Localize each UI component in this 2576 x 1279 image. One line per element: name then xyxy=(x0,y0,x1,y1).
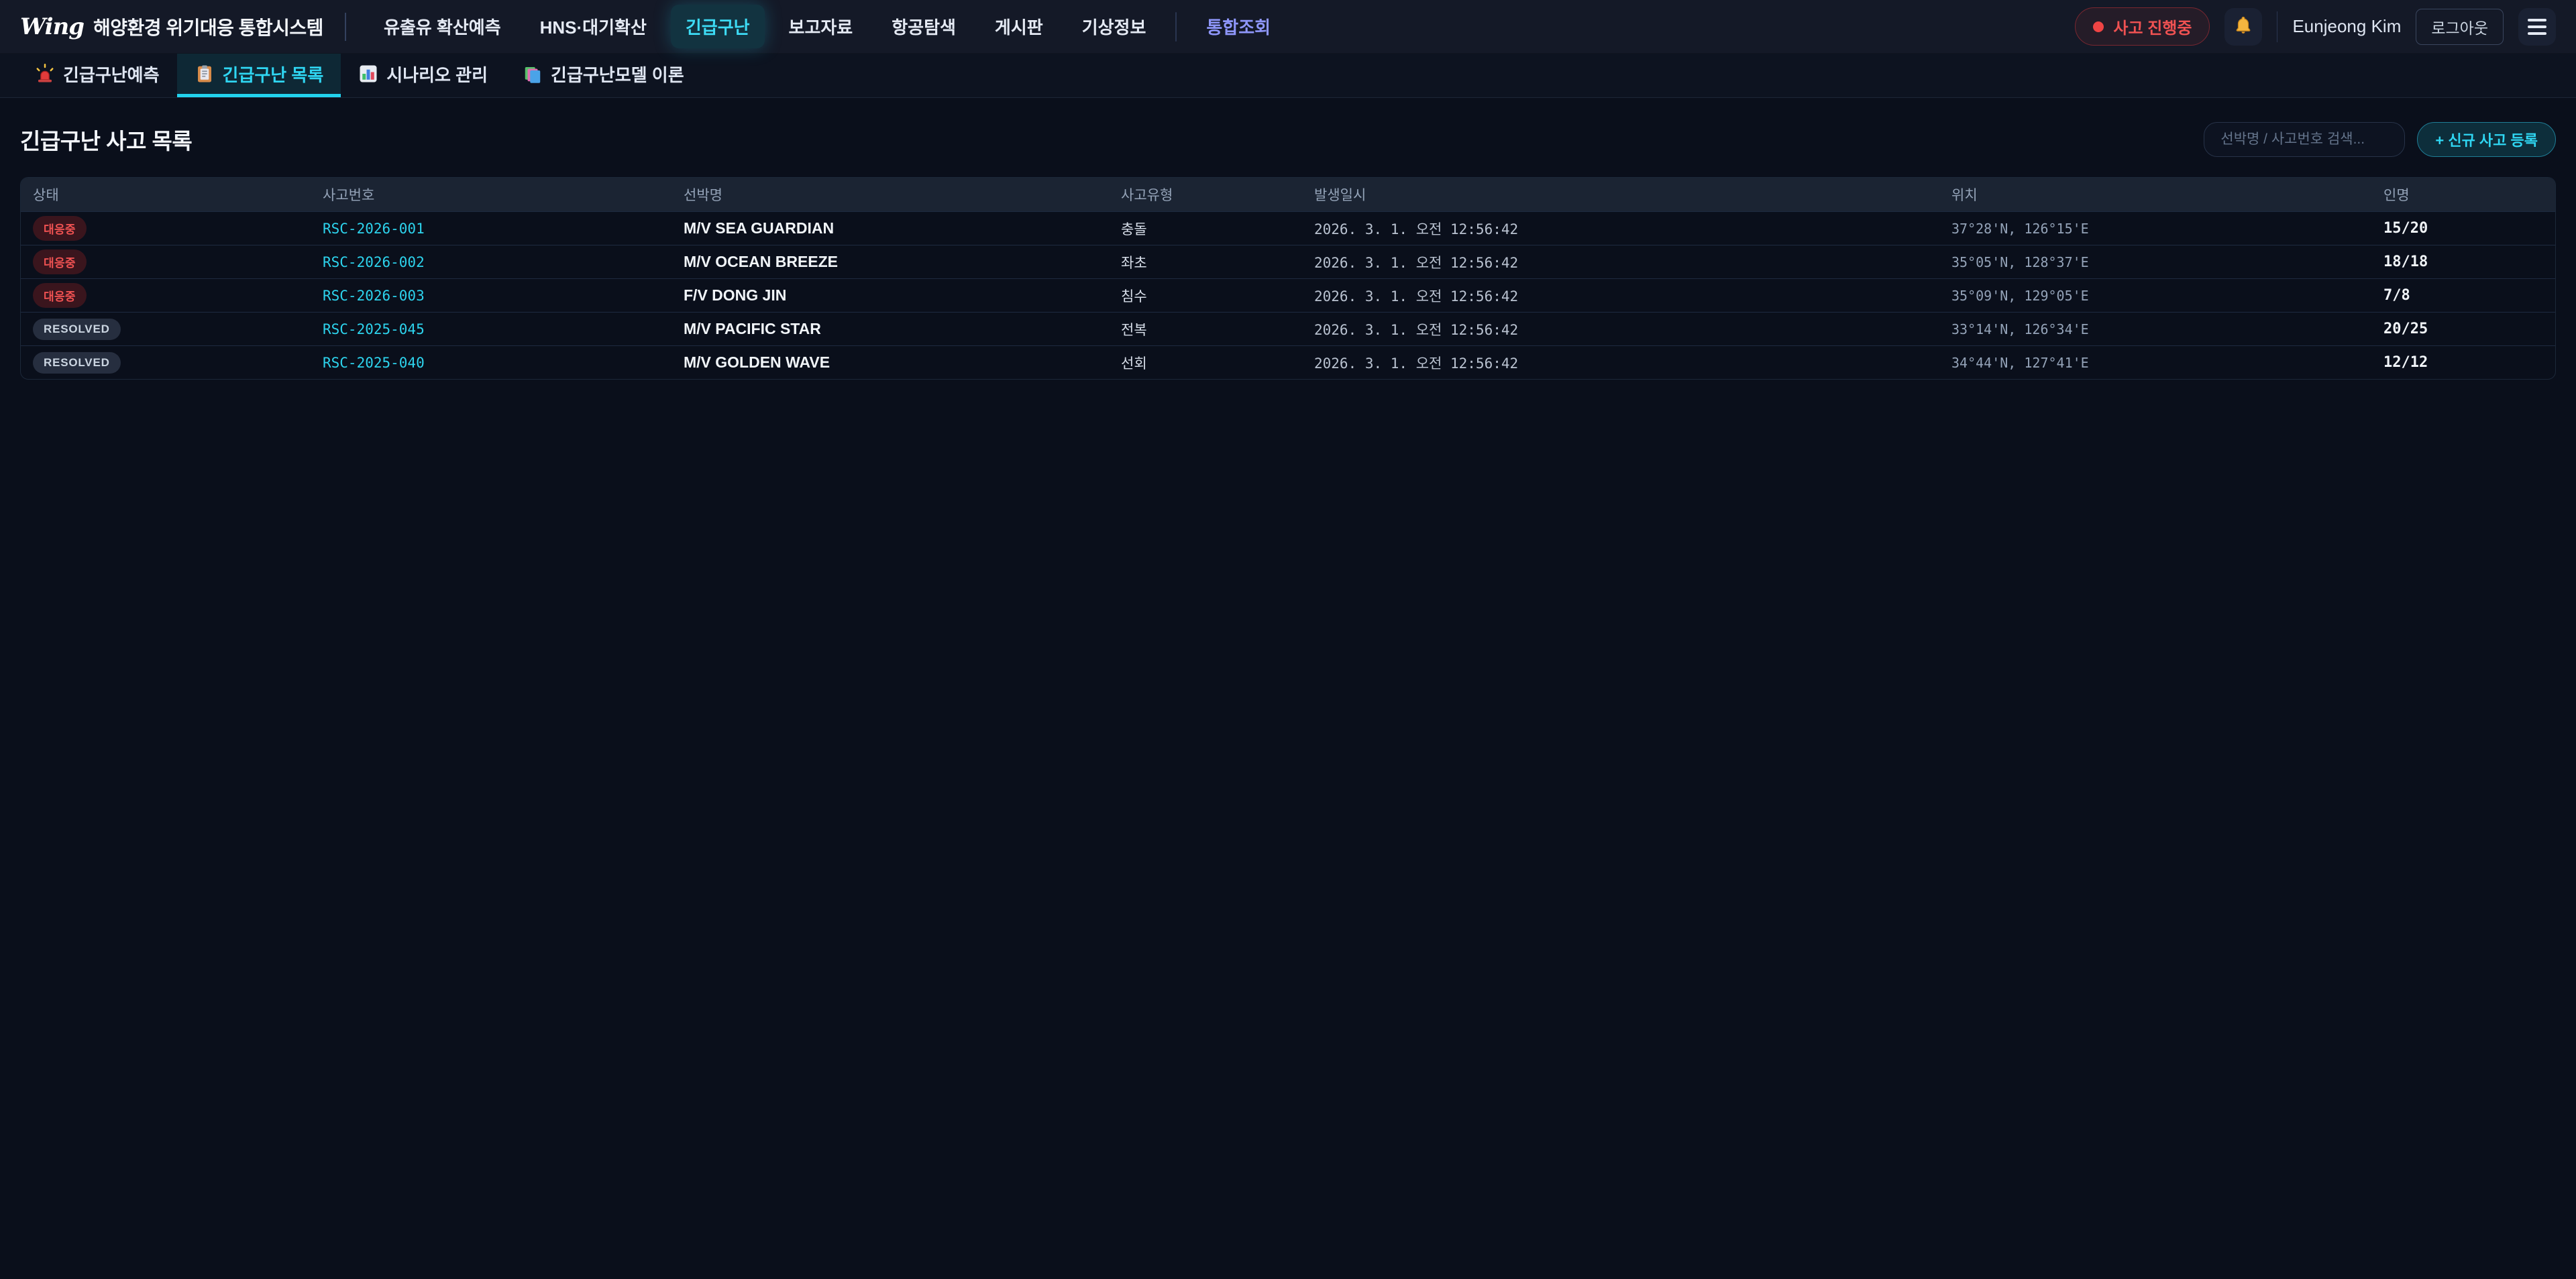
col-type: 사고유형 xyxy=(1109,184,1302,205)
menu-button[interactable] xyxy=(2518,8,2556,46)
navbar-right: 사고 진행중 Eunjeong Kim 로그아웃 xyxy=(2075,7,2556,46)
vessel-name: M/V OCEAN BREEZE xyxy=(672,253,1109,271)
books-icon xyxy=(523,64,543,84)
incident-type: 좌초 xyxy=(1109,252,1302,272)
incident-number-link[interactable]: RSC-2026-003 xyxy=(323,288,425,304)
nav-item-hns[interactable]: HNS·대기확산 xyxy=(525,5,661,48)
incident-datetime: 2026. 3. 1. 오전 12:56:42 xyxy=(1302,286,1939,306)
app-title: 해양환경 위기대응 통합시스템 xyxy=(93,13,323,40)
status-badge: 대응중 xyxy=(33,216,87,241)
nav-item-oil-spill[interactable]: 유출유 확산예측 xyxy=(369,5,516,48)
vessel-name: M/V GOLDEN WAVE xyxy=(672,353,1109,372)
alert-dot-icon xyxy=(2093,21,2104,32)
incident-location: 37°28'N, 126°15'E xyxy=(1939,221,2371,237)
notifications-button[interactable] xyxy=(2224,8,2262,46)
incident-number-link[interactable]: RSC-2025-045 xyxy=(323,321,425,337)
table-row[interactable]: 대응중 RSC-2026-002 M/V OCEAN BREEZE 좌초 202… xyxy=(21,245,2555,278)
main-nav: 유출유 확산예측 HNS·대기확산 긴급구난 보고자료 항공탐색 게시판 기상정… xyxy=(369,5,2075,48)
incident-in-progress-badge: 사고 진행중 xyxy=(2075,7,2210,46)
head-actions: + 신규 사고 등록 xyxy=(2204,122,2556,157)
incident-location: 33°14'N, 126°34'E xyxy=(1939,321,2371,337)
incident-location: 35°09'N, 129°05'E xyxy=(1939,288,2371,304)
persons-count: 12/12 xyxy=(2371,354,2555,371)
status-badge: 대응중 xyxy=(33,249,87,274)
table-row[interactable]: RESOLVED RSC-2025-040 M/V GOLDEN WAVE 선회… xyxy=(21,345,2555,379)
col-vessel: 선박명 xyxy=(672,184,1109,205)
incident-datetime: 2026. 3. 1. 오전 12:56:42 xyxy=(1302,252,1939,272)
logo-divider xyxy=(345,13,346,41)
nav-separator xyxy=(1175,12,1177,42)
incident-type: 선회 xyxy=(1109,353,1302,373)
table-header-row: 상태 사고번호 선박명 사고유형 발생일시 위치 인명 xyxy=(21,178,2555,211)
incident-number-link[interactable]: RSC-2026-002 xyxy=(323,254,425,270)
incident-location: 35°05'N, 128°37'E xyxy=(1939,254,2371,270)
incident-number-link[interactable]: RSC-2026-001 xyxy=(323,221,425,237)
bar-chart-icon xyxy=(358,64,378,84)
incident-datetime: 2026. 3. 1. 오전 12:56:42 xyxy=(1302,219,1939,239)
tab-label: 긴급구난 목록 xyxy=(223,62,324,87)
vessel-name: F/V DONG JIN xyxy=(672,286,1109,304)
hamburger-icon xyxy=(2528,19,2546,35)
incident-table: 상태 사고번호 선박명 사고유형 발생일시 위치 인명 대응중 RSC-2026… xyxy=(20,177,2556,380)
incident-type: 충돌 xyxy=(1109,219,1302,239)
clipboard-icon xyxy=(195,64,215,84)
page-title: 긴급구난 사고 목록 xyxy=(20,123,192,156)
table-row[interactable]: 대응중 RSC-2026-003 F/V DONG JIN 침수 2026. 3… xyxy=(21,278,2555,312)
col-incident-no: 사고번호 xyxy=(311,184,672,205)
tab-label: 긴급구난예측 xyxy=(63,62,160,87)
vessel-name: M/V PACIFIC STAR xyxy=(672,320,1109,338)
persons-count: 15/20 xyxy=(2371,220,2555,237)
incident-datetime: 2026. 3. 1. 오전 12:56:42 xyxy=(1302,353,1939,373)
tab-rescue-list[interactable]: 긴급구난 목록 xyxy=(177,54,341,97)
app-logo: Wing 해양환경 위기대응 통합시스템 xyxy=(20,13,323,40)
nav-item-board[interactable]: 게시판 xyxy=(980,5,1058,48)
new-incident-button[interactable]: + 신규 사고 등록 xyxy=(2417,122,2556,157)
persons-count: 20/25 xyxy=(2371,321,2555,337)
incident-status-label: 사고 진행중 xyxy=(2113,15,2192,38)
col-persons: 인명 xyxy=(2371,184,2555,205)
incident-type: 전복 xyxy=(1109,319,1302,339)
tab-scenario-management[interactable]: 시나리오 관리 xyxy=(341,54,505,97)
status-badge: 대응중 xyxy=(33,283,87,308)
bell-icon xyxy=(2233,15,2253,38)
tab-label: 긴급구난모델 이론 xyxy=(551,62,684,87)
status-badge: RESOLVED xyxy=(33,319,121,340)
tab-rescue-model-theory[interactable]: 긴급구난모델 이론 xyxy=(505,54,702,97)
incident-number-link[interactable]: RSC-2025-040 xyxy=(323,355,425,371)
logout-button[interactable]: 로그아웃 xyxy=(2416,9,2504,45)
sub-tabbar: 긴급구난예측 긴급구난 목록 시나리오 관리 긴급구난모델 이론 xyxy=(0,54,2576,98)
col-datetime: 발생일시 xyxy=(1302,184,1939,205)
status-badge: RESOLVED xyxy=(33,352,121,374)
nav-item-air-search[interactable]: 항공탐색 xyxy=(877,5,971,48)
vessel-name: M/V SEA GUARDIAN xyxy=(672,219,1109,237)
incident-location: 34°44'N, 127°41'E xyxy=(1939,355,2371,371)
nav-item-reports[interactable]: 보고자료 xyxy=(774,5,868,48)
siren-icon xyxy=(35,64,55,84)
tab-rescue-prediction[interactable]: 긴급구난예측 xyxy=(17,54,177,97)
incident-type: 침수 xyxy=(1109,286,1302,306)
logo-wing-mark: Wing xyxy=(20,13,84,40)
search-input[interactable] xyxy=(2204,122,2405,157)
incident-datetime: 2026. 3. 1. 오전 12:56:42 xyxy=(1302,319,1939,339)
col-status: 상태 xyxy=(21,184,311,205)
persons-count: 18/18 xyxy=(2371,254,2555,270)
page-head: 긴급구난 사고 목록 + 신규 사고 등록 xyxy=(0,98,2576,177)
nav-item-emergency-rescue[interactable]: 긴급구난 xyxy=(671,5,765,48)
user-name: Eunjeong Kim xyxy=(2292,16,2401,37)
persons-count: 7/8 xyxy=(2371,287,2555,304)
tab-label: 시나리오 관리 xyxy=(386,62,488,87)
col-location: 위치 xyxy=(1939,184,2371,205)
top-navbar: Wing 해양환경 위기대응 통합시스템 유출유 확산예측 HNS·대기확산 긴… xyxy=(0,0,2576,54)
nav-item-integrated-search[interactable]: 통합조회 xyxy=(1191,5,1285,48)
nav-item-weather[interactable]: 기상정보 xyxy=(1067,5,1161,48)
table-row[interactable]: RESOLVED RSC-2025-045 M/V PACIFIC STAR 전… xyxy=(21,312,2555,345)
table-row[interactable]: 대응중 RSC-2026-001 M/V SEA GUARDIAN 충돌 202… xyxy=(21,211,2555,245)
